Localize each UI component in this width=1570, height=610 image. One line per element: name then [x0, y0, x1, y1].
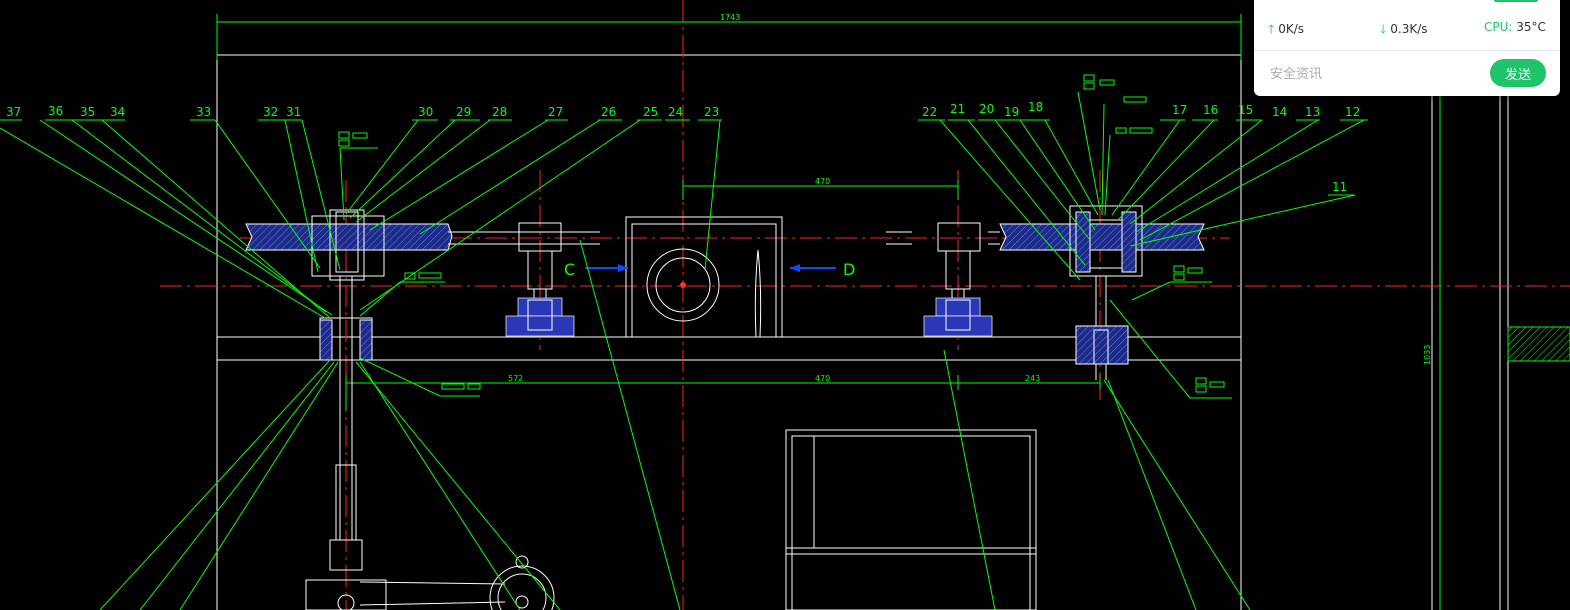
part-number: 17 [1172, 103, 1187, 117]
right-bearing-unit[interactable] [886, 222, 993, 337]
dim-overall-width: 1743 [720, 13, 740, 22]
part-number: 30 [418, 105, 433, 119]
left-spindle-assembly[interactable] [245, 209, 600, 610]
dim-height: 1033 [1423, 345, 1432, 365]
part-number: 37 [6, 105, 21, 119]
part-number: 14 [1272, 105, 1287, 119]
speed-stats-row: 🡑 0K/s 🡓 0.3K/s CPU: 35°C [1254, 0, 1560, 51]
download-speed: 🡓 0.3K/s [1380, 20, 1428, 41]
section-arrows [585, 264, 836, 272]
part-number: 22 [922, 105, 937, 119]
part-number: 27 [548, 105, 563, 119]
cpu-temperature: CPU: 35°C [1484, 20, 1546, 34]
dim-top-span: 470 [815, 177, 830, 186]
part-number: 28 [492, 105, 507, 119]
motor-assembly[interactable] [625, 216, 783, 338]
arrow-up-icon: 🡑 [1268, 22, 1275, 36]
arrow-down-icon: 🡓 [1380, 22, 1387, 36]
part-number: 13 [1305, 105, 1320, 119]
part-number: 20 [979, 102, 994, 116]
part-number: 21 [950, 102, 965, 116]
message-input[interactable] [1268, 63, 1482, 85]
download-speed-value: 0.3K/s [1390, 22, 1428, 36]
part-number: 11 [1332, 180, 1347, 194]
part-number: 35 [80, 105, 95, 119]
part-number: 31 [286, 105, 301, 119]
part-number: 26 [601, 105, 616, 119]
part-number: 23 [704, 105, 719, 119]
part-number: 18 [1028, 100, 1043, 114]
part-number: 16 [1203, 103, 1218, 117]
part-number: 33 [196, 105, 211, 119]
part-number: 25 [643, 105, 658, 119]
leader-lines-left [0, 119, 996, 610]
part-number: 34 [110, 105, 125, 119]
upload-speed-value: 0K/s [1278, 22, 1305, 36]
cpu-label: CPU: [1484, 20, 1513, 34]
part-number: 19 [1004, 105, 1019, 119]
section-mark-d: D [843, 260, 855, 279]
section-mark-c: C [564, 260, 575, 279]
cpu-temperature-value: 35°C [1516, 20, 1546, 34]
part-number: 15 [1238, 103, 1253, 117]
part-number: 24 [668, 105, 683, 119]
upload-speed: 🡑 0K/s [1268, 20, 1304, 41]
dim-bottom-mid: 470 [815, 374, 830, 383]
network-monitor-widget: 🡑0K/s 🡓0.3K/s CPU: 35°C 发送 [1254, 0, 1560, 96]
machine-frame [216, 54, 1570, 610]
dim-bottom-right: 243 [1025, 374, 1040, 383]
part-number: 32 [263, 105, 278, 119]
part-number: 29 [456, 105, 471, 119]
part-number: 12 [1345, 105, 1360, 119]
send-button[interactable]: 发送 [1490, 59, 1546, 87]
leader-lines-right [918, 91, 1368, 610]
dimension-lines [216, 14, 1441, 610]
part-number: 36 [48, 104, 63, 118]
dim-bottom-left: 572 [508, 374, 523, 383]
right-spindle-assembly[interactable] [988, 205, 1205, 380]
